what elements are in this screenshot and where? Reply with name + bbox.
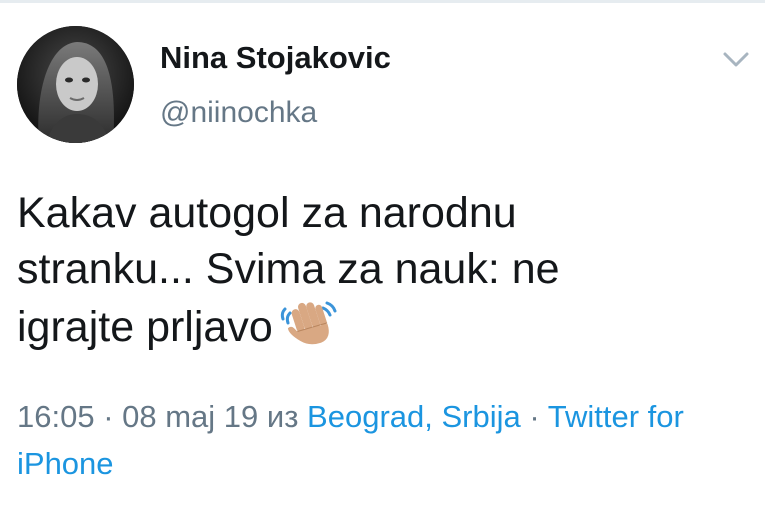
tweet-date[interactable]: 08 maj 19 bbox=[122, 399, 258, 434]
waving-hand-icon bbox=[279, 297, 341, 349]
meta-separator: · bbox=[520, 399, 548, 434]
meta-separator: · bbox=[94, 399, 123, 434]
tweet-card: Nina Stojakovic @niinochka Kakav autogol… bbox=[0, 0, 765, 510]
meta-from: из bbox=[258, 399, 308, 434]
tweet-text-line: igrajte prljavo bbox=[17, 297, 737, 355]
tweet-text-segment: igrajte prljavo bbox=[17, 303, 273, 351]
tweet-text: Kakav autogol za narodnu stranku... Svim… bbox=[17, 185, 737, 355]
avatar[interactable] bbox=[17, 26, 134, 143]
tweet-time[interactable]: 16:05 bbox=[17, 399, 95, 434]
location-link[interactable]: Beograd, Srbija bbox=[307, 399, 521, 434]
divider bbox=[0, 0, 765, 3]
user-handle[interactable]: @niinochka bbox=[160, 96, 317, 130]
tweet-text-line: stranku... Svima za nauk: ne bbox=[17, 245, 560, 293]
chevron-down-icon[interactable] bbox=[720, 48, 752, 72]
tweet-meta: 16:05 · 08 maj 19 из Beograd, Srbija · T… bbox=[17, 393, 747, 487]
tweet-text-line: Kakav autogol za narodnu bbox=[17, 189, 517, 237]
display-name[interactable]: Nina Stojakovic bbox=[160, 40, 391, 76]
